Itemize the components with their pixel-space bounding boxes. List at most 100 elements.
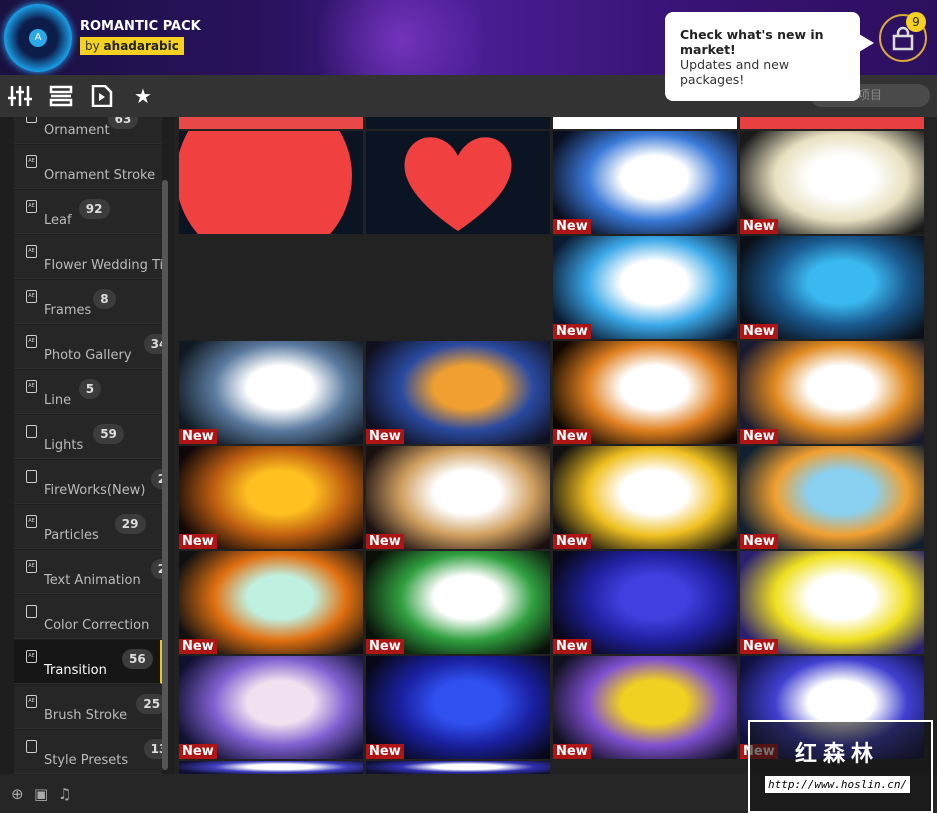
sidebar-item-label: Leaf <box>44 213 72 228</box>
asset-thumbnail[interactable]: New <box>366 446 550 549</box>
asset-thumbnail[interactable] <box>179 117 363 129</box>
asset-thumbnail[interactable]: New <box>553 656 737 759</box>
new-badge: New <box>366 744 404 759</box>
asset-thumbnail[interactable]: New <box>553 446 737 549</box>
new-badge: New <box>179 429 217 444</box>
asset-thumbnail[interactable] <box>366 117 550 129</box>
target-icon[interactable]: ⊕ <box>11 785 24 803</box>
asset-thumbnail[interactable]: New <box>553 236 737 339</box>
asset-thumbnail[interactable]: New <box>179 551 363 654</box>
asset-thumbnail[interactable]: New <box>740 131 924 234</box>
count-badge: 63 <box>107 117 139 129</box>
asset-thumbnail[interactable]: New <box>740 446 924 549</box>
ae-file-icon: AE <box>26 117 37 123</box>
asset-thumbnail[interactable]: New <box>740 551 924 654</box>
ae-file-icon: AE <box>26 560 37 573</box>
asset-thumbnail[interactable]: New <box>179 656 363 759</box>
sidebar-item[interactable]: AE Transition 56 <box>14 640 162 684</box>
by-label: by <box>85 39 100 53</box>
asset-thumbnail[interactable]: New <box>366 656 550 759</box>
sidebar-item[interactable]: FireWorks(New) 20 <box>14 460 162 504</box>
image-file-icon <box>26 470 37 483</box>
heart-shape <box>404 137 512 231</box>
asset-thumbnail[interactable]: New <box>179 446 363 549</box>
new-badge: New <box>553 639 591 654</box>
new-badge: New <box>553 744 591 759</box>
new-badge: New <box>179 744 217 759</box>
circle-shape <box>179 131 352 234</box>
sidebar-item[interactable]: Lights 59 <box>14 415 162 459</box>
tooltip-title: Check what's new in market! <box>680 27 824 57</box>
sidebar-scrollbar[interactable] <box>162 180 168 770</box>
sidebar-item[interactable]: AE Ornament63 <box>14 117 162 144</box>
asset-thumbnail[interactable] <box>366 761 550 774</box>
asset-thumbnail[interactable]: New <box>740 341 924 444</box>
app-logo[interactable]: A <box>4 4 72 72</box>
asset-thumbnail[interactable]: New <box>553 341 737 444</box>
watermark: 红森林 http://www.hoslin.cn/ <box>748 720 933 813</box>
asset-thumbnail[interactable] <box>740 117 924 129</box>
new-badge: New <box>740 534 778 549</box>
new-badge: New <box>740 219 778 234</box>
asset-thumbnail[interactable]: New <box>366 551 550 654</box>
sidebar-item-label: Color Correction <box>44 618 150 633</box>
asset-thumbnail[interactable]: New <box>740 236 924 339</box>
count-badge: 59 <box>93 424 124 444</box>
new-badge: New <box>366 639 404 654</box>
ae-file-icon: AE <box>26 290 37 303</box>
sidebar-item[interactable]: AE Text Animation 25 <box>14 550 162 594</box>
sidebar-item-label: Photo Gallery <box>44 348 132 363</box>
asset-thumbnail[interactable]: New <box>179 341 363 444</box>
author-name: ahadarabic <box>103 39 179 53</box>
new-badge: New <box>740 324 778 339</box>
sidebar-item-label: Frames <box>44 303 92 318</box>
new-badge: New <box>553 219 591 234</box>
list-icon[interactable] <box>49 85 73 107</box>
sidebar-item-label: Transition <box>44 663 107 678</box>
sidebar-item-label: FireWorks(New) <box>44 483 146 498</box>
sidebar-item[interactable]: AE Particles 29 <box>14 505 162 549</box>
sliders-icon[interactable] <box>8 85 32 107</box>
ae-file-icon: AE <box>26 155 37 168</box>
sidebar-item[interactable]: AE Flower Wedding Tit <box>14 235 162 279</box>
sidebar-item[interactable]: AE Brush Stroke 25 <box>14 685 162 729</box>
logo-letter-icon: A <box>29 29 47 47</box>
sidebar-item-label: Lights <box>44 438 84 453</box>
sidebar-item[interactable]: AE Ornament Stroke <box>14 145 162 189</box>
market-tooltip[interactable]: Check what's new in market! Updates and n… <box>665 12 874 101</box>
count-badge: 56 <box>122 649 153 669</box>
ae-file-icon: AE <box>26 380 37 393</box>
watermark-text: 红森林 <box>795 742 880 767</box>
sidebar-item[interactable]: AE Leaf 92 <box>14 190 162 234</box>
tooltip-body: Updates and new packages! <box>680 57 790 87</box>
asset-thumbnail[interactable] <box>179 131 363 234</box>
sidebar-item[interactable]: AE Line 5 <box>14 370 162 414</box>
new-badge: New <box>366 429 404 444</box>
document-icon <box>26 740 37 753</box>
sidebar-item-label: Style Presets <box>44 753 129 768</box>
asset-thumbnail[interactable]: New <box>366 341 550 444</box>
new-badge: New <box>179 534 217 549</box>
count-badge: 92 <box>78 199 110 219</box>
count-badge: 34 <box>143 334 162 354</box>
asset-thumbnail[interactable]: New <box>553 131 737 234</box>
pack-title: ROMANTIC PACK <box>80 19 201 34</box>
sidebar-item[interactable]: Style Presets 13 <box>14 730 162 774</box>
asset-thumbnail[interactable] <box>179 761 363 774</box>
count-badge: 25 <box>136 694 162 714</box>
asset-thumbnail[interactable]: New <box>553 551 737 654</box>
pack-author[interactable]: by ahadarabic <box>80 37 184 55</box>
category-sidebar: AE Ornament63 AE Ornament Stroke AE Leaf 92 AE F… <box>0 117 175 774</box>
asset-thumbnail[interactable] <box>366 131 550 234</box>
sidebar-item-label: Flower Wedding Tit <box>44 258 162 273</box>
sidebar-item-label: Text Animation <box>44 573 141 588</box>
star-icon[interactable]: ★ <box>131 85 155 107</box>
video-file-icon[interactable] <box>90 84 114 108</box>
asset-thumbnail[interactable] <box>553 117 737 129</box>
sidebar-item[interactable]: AE Photo Gallery 34 <box>14 325 162 369</box>
sidebar-item[interactable]: AE Frames 8 <box>14 280 162 324</box>
sidebar-item[interactable]: Color Correction7 <box>14 595 162 639</box>
play-file-icon[interactable]: ▣ <box>34 785 48 803</box>
watermark-url: http://www.hoslin.cn/ <box>765 776 911 793</box>
music-icon[interactable]: ♫ <box>58 785 71 803</box>
